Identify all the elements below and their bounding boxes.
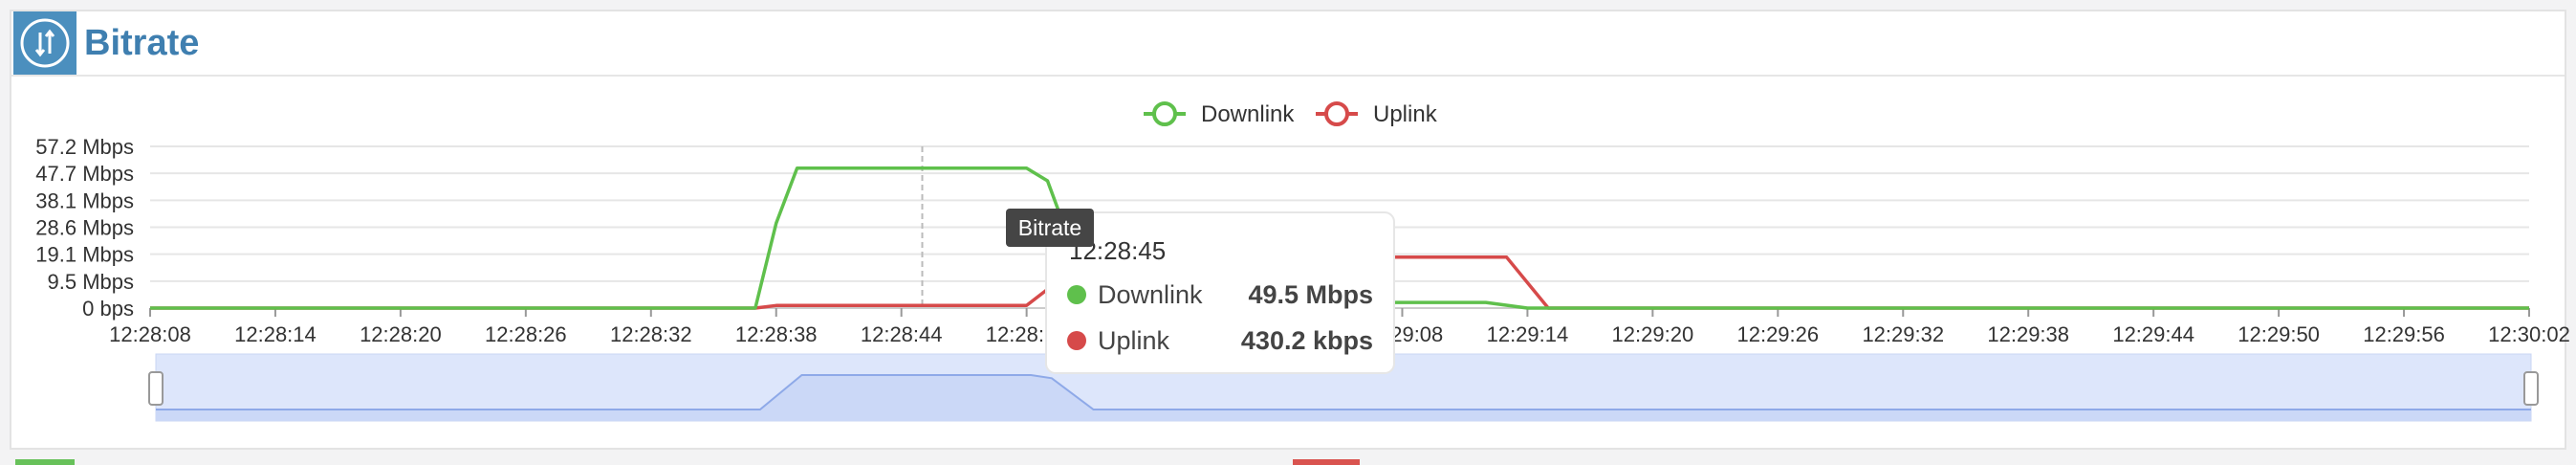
x-tick-label: 12:29:44 bbox=[2112, 322, 2194, 346]
tooltip: 12:28:45 Downlink 49.5 Mbps Uplink 430.2… bbox=[1045, 211, 1395, 374]
x-tick-label: 12:28:32 bbox=[610, 322, 692, 346]
y-tick-label: 19.1 Mbps bbox=[35, 243, 134, 267]
legend-label-downlink: Downlink bbox=[1201, 101, 1295, 127]
x-tick-label: 12:29:20 bbox=[1612, 322, 1694, 346]
tooltip-uplink-label: Uplink bbox=[1098, 326, 1170, 355]
next-panel-tab-green bbox=[15, 459, 75, 465]
bitrate-chart[interactable]: 0 bps 9.5 Mbps 19.1 Mbps 28.6 Mbps 38.1 Mbps… bbox=[0, 0, 2576, 465]
tooltip-downlink-value: 49.5 Mbps bbox=[1248, 280, 1373, 309]
legend-label-uplink: Uplink bbox=[1373, 101, 1438, 127]
legend: Downlink Uplink bbox=[1144, 101, 1438, 127]
x-tick-label: 12:28:38 bbox=[735, 322, 818, 346]
tooltip-downlink-label: Downlink bbox=[1098, 280, 1203, 309]
x-tick-label: 12:28:44 bbox=[861, 322, 943, 346]
tooltip-badge: Bitrate bbox=[1006, 209, 1094, 247]
legend-marker-downlink bbox=[1152, 101, 1177, 126]
y-tick-label: 57.2 Mbps bbox=[35, 135, 134, 159]
x-tick-label: 12:29:56 bbox=[2363, 322, 2445, 346]
next-panel-tab-red bbox=[1293, 459, 1360, 465]
x-tick-label: 12:29:38 bbox=[1987, 322, 2069, 346]
tooltip-downlink-dot bbox=[1067, 285, 1086, 304]
tooltip-uplink-value: 430.2 kbps bbox=[1241, 326, 1373, 355]
x-tick-label: 12:29:32 bbox=[1862, 322, 1944, 346]
tooltip-badge-label: Bitrate bbox=[1018, 215, 1081, 240]
navigator-handle-left[interactable] bbox=[148, 371, 164, 406]
y-tick-label: 0 bps bbox=[82, 297, 134, 321]
legend-marker-uplink bbox=[1324, 101, 1349, 126]
x-tick-label: 12:29:50 bbox=[2238, 322, 2320, 346]
x-tick-label: 12:28:08 bbox=[109, 322, 191, 346]
x-tick-label: 12:28:26 bbox=[485, 322, 567, 346]
x-tick-label: 12:28:14 bbox=[234, 322, 317, 346]
x-tick-label: 12:29:14 bbox=[1487, 322, 1569, 346]
y-tick-label: 28.6 Mbps bbox=[35, 216, 134, 240]
y-tick-label: 38.1 Mbps bbox=[35, 188, 134, 212]
x-tick-label: 12:28:20 bbox=[360, 322, 442, 346]
y-tick-label: 9.5 Mbps bbox=[48, 270, 135, 294]
navigator-handle-right[interactable] bbox=[2523, 371, 2539, 406]
y-tick-label: 47.7 Mbps bbox=[35, 162, 134, 186]
tooltip-uplink-dot bbox=[1067, 331, 1086, 350]
x-tick-label: 12:29:26 bbox=[1736, 322, 1819, 346]
x-tick-label: 12:30:02 bbox=[2488, 322, 2570, 346]
